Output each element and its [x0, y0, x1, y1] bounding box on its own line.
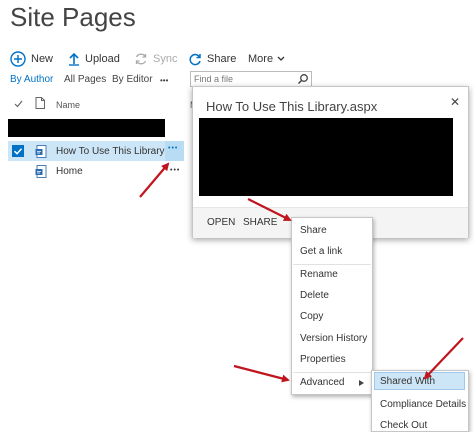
more-button[interactable]: More	[248, 50, 285, 68]
advanced-submenu: Shared With Compliance Details Check Out	[371, 370, 469, 432]
menu-item-get-a-link[interactable]: Get a link	[300, 246, 342, 257]
view-all-pages[interactable]: All Pages	[64, 74, 106, 85]
chevron-right-icon	[359, 380, 364, 386]
menu-item-copy[interactable]: Copy	[300, 311, 323, 322]
chevron-down-icon	[277, 56, 285, 62]
submenu-item-check-out[interactable]: Check Out	[380, 420, 427, 431]
plus-circle-icon	[10, 51, 26, 67]
menu-item-advanced[interactable]: Advanced	[300, 377, 344, 388]
submenu-item-compliance-details[interactable]: Compliance Details	[380, 399, 466, 410]
share-icon	[188, 52, 202, 66]
document-type-icon	[35, 97, 45, 109]
share-button[interactable]: Share	[188, 50, 236, 68]
new-label: New	[31, 53, 54, 65]
aspx-page-icon	[35, 145, 47, 158]
submenu-item-shared-with[interactable]: Shared With	[380, 376, 435, 387]
views-more-button[interactable]: •••	[160, 76, 168, 85]
menu-divider	[293, 372, 371, 373]
share-label: Share	[207, 53, 237, 65]
file-preview	[199, 118, 453, 196]
search-box	[190, 71, 312, 87]
menu-divider	[293, 264, 371, 265]
upload-button[interactable]: Upload	[68, 50, 120, 68]
select-all-check-icon[interactable]	[14, 99, 23, 108]
sync-label: Sync	[153, 53, 178, 65]
upload-icon	[68, 52, 80, 66]
row-more-button[interactable]: •••	[170, 167, 180, 174]
open-button[interactable]: OPEN	[207, 217, 235, 228]
aspx-page-icon	[35, 165, 47, 178]
callout-title: How To Use This Library.aspx	[206, 99, 378, 114]
context-menu: Share Get a link Rename Delete Copy Vers…	[291, 217, 373, 395]
sync-button[interactable]: Sync	[134, 50, 177, 68]
sync-icon	[134, 52, 148, 66]
close-icon[interactable]: ✕	[450, 95, 460, 109]
menu-item-delete[interactable]: Delete	[300, 290, 329, 301]
menu-item-properties[interactable]: Properties	[300, 354, 346, 365]
more-label: More	[248, 53, 274, 65]
search-icon[interactable]	[297, 73, 309, 85]
file-callout: How To Use This Library.aspx ✕ OPEN SHAR…	[192, 86, 469, 238]
row-more-label: •••	[168, 145, 179, 152]
menu-item-rename[interactable]: Rename	[300, 269, 338, 280]
column-header-name[interactable]: Name	[56, 100, 80, 110]
redacted-area	[8, 119, 165, 137]
callout-share-button[interactable]: SHARE	[243, 217, 277, 228]
menu-item-version-history[interactable]: Version History	[300, 333, 367, 344]
view-by-editor[interactable]: By Editor	[112, 74, 153, 85]
new-button[interactable]: New	[10, 50, 53, 68]
menu-item-share[interactable]: Share	[300, 225, 327, 236]
page-title: Site Pages	[10, 2, 136, 32]
view-by-author[interactable]: By Author	[10, 74, 53, 85]
row-name-link[interactable]: Home	[56, 166, 83, 177]
row-more-button[interactable]: •••	[165, 141, 184, 161]
row-name-link[interactable]: How To Use This Library	[56, 146, 165, 157]
row-checkbox[interactable]	[12, 145, 24, 157]
upload-label: Upload	[85, 53, 120, 65]
search-input[interactable]	[194, 72, 294, 86]
